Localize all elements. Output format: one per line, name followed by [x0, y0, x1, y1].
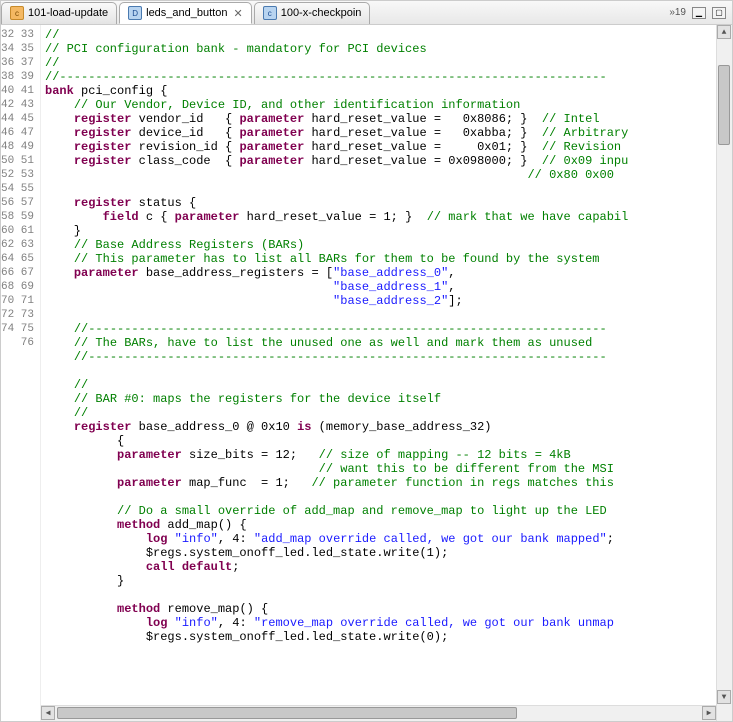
scroll-thumb-h[interactable]	[57, 707, 517, 719]
scroll-up-arrow[interactable]: ▲	[717, 25, 731, 39]
scroll-right-arrow[interactable]: ▶	[702, 706, 716, 720]
scroll-left-arrow[interactable]: ◀	[41, 706, 55, 720]
tab-100-x-checkpoin[interactable]: c 100-x-checkpoin	[254, 2, 371, 24]
tab-label: leds_and_button	[146, 7, 227, 19]
code-editor[interactable]: 32 33 34 35 36 37 38 39 40 41 42 43 44 4…	[1, 25, 732, 721]
close-icon[interactable]: ✕	[233, 7, 242, 20]
tab-leds-and-button[interactable]: D leds_and_button ✕	[119, 2, 252, 24]
horizontal-scrollbar[interactable]: ◀ ▶	[41, 705, 716, 721]
tab-bar: c 101-load-update D leds_and_button ✕ c …	[1, 1, 732, 25]
line-number-gutter: 32 33 34 35 36 37 38 39 40 41 42 43 44 4…	[1, 25, 41, 721]
maximize-button[interactable]: ▢	[712, 7, 726, 19]
file-icon: c	[10, 6, 24, 20]
file-icon: c	[263, 6, 277, 20]
scroll-down-arrow[interactable]: ▼	[717, 690, 731, 704]
tab-101-load-update[interactable]: c 101-load-update	[1, 2, 117, 24]
code-area[interactable]: // // PCI configuration bank - mandatory…	[41, 25, 732, 721]
scroll-thumb-v[interactable]	[718, 65, 730, 145]
file-icon: D	[128, 6, 142, 20]
tab-label: 100-x-checkpoin	[281, 7, 362, 19]
minimize-button[interactable]: ▁	[692, 7, 706, 19]
tab-overflow-indicator[interactable]: »19	[669, 7, 686, 18]
tab-label: 101-load-update	[28, 7, 108, 19]
vertical-scrollbar[interactable]: ▲ ▼	[716, 25, 732, 721]
